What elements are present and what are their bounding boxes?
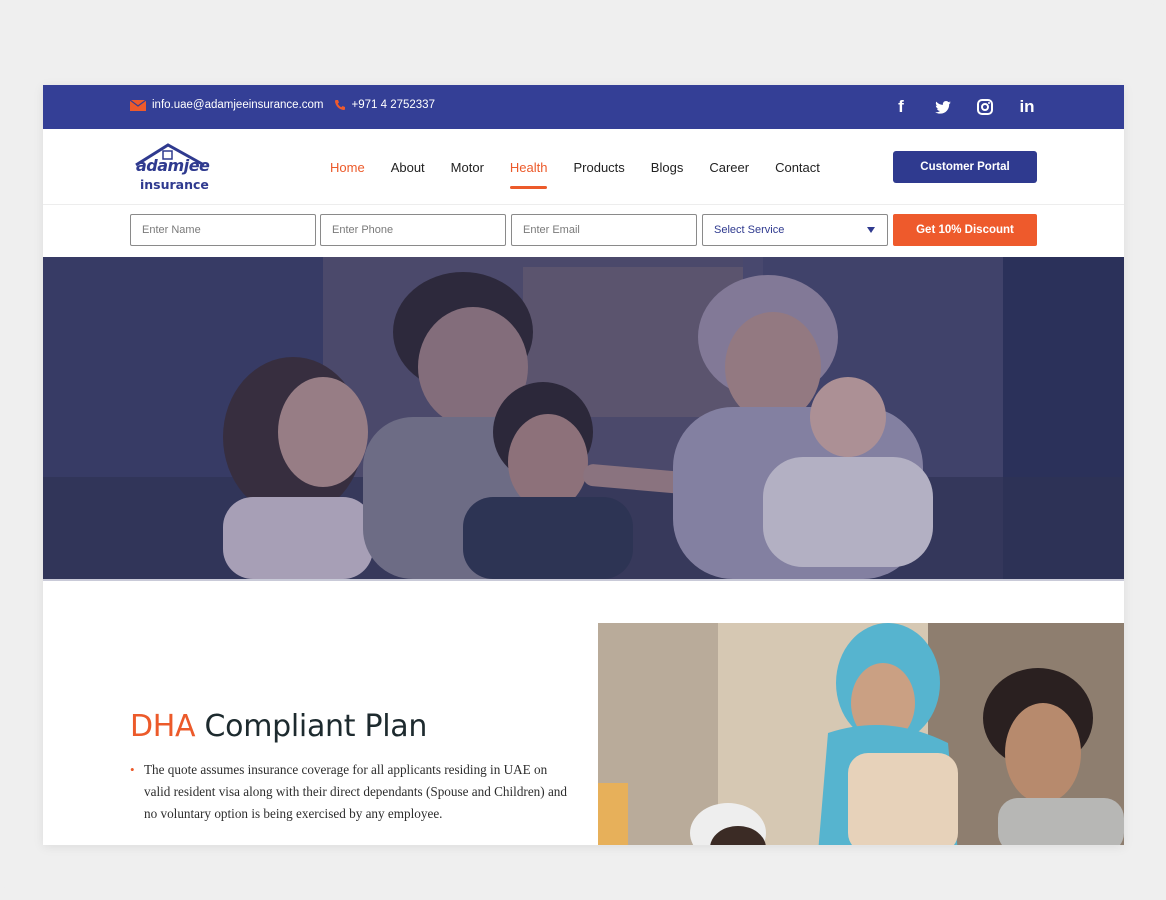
- phone-input[interactable]: Enter Phone: [320, 214, 506, 246]
- quote-form: Enter Name Enter Phone Enter Email Selec…: [43, 205, 1124, 257]
- service-select[interactable]: Select Service: [702, 214, 888, 246]
- adamjee-logo[interactable]: adamjee insurance: [130, 143, 210, 193]
- name-input[interactable]: Enter Name: [130, 214, 316, 246]
- nav-item-about[interactable]: About: [391, 129, 425, 205]
- nav-menu: Home About Motor Health Products Blogs C…: [330, 129, 846, 205]
- twitter-icon[interactable]: [932, 96, 954, 118]
- email-link[interactable]: info.uae@adamjeeinsurance.com: [130, 99, 324, 111]
- nav-item-blogs[interactable]: Blogs: [651, 129, 684, 205]
- service-select-value: Select Service: [714, 224, 785, 236]
- section-heading: DHA Compliant Plan: [130, 709, 427, 744]
- nav-item-home[interactable]: Home: [330, 129, 365, 205]
- nav-item-contact[interactable]: Contact: [775, 129, 820, 205]
- contact-info: info.uae@adamjeeinsurance.com +971 4 275…: [130, 99, 445, 111]
- nav-item-products[interactable]: Products: [573, 129, 624, 205]
- customer-portal-button[interactable]: Customer Portal: [893, 151, 1037, 183]
- plan-section: DHA Compliant Plan The quote assumes ins…: [43, 581, 1124, 845]
- facebook-icon[interactable]: f: [890, 96, 912, 118]
- plan-bullet: The quote assumes insurance coverage for…: [130, 759, 570, 825]
- top-bar: info.uae@adamjeeinsurance.com +971 4 275…: [43, 85, 1124, 129]
- family-photo-illustration: [598, 623, 1124, 845]
- social-links: f in: [870, 96, 1038, 118]
- heading-accent: DHA: [130, 709, 196, 744]
- phone-icon: [334, 100, 345, 110]
- hero-family-image: [43, 257, 1124, 579]
- nav-item-health[interactable]: Health: [509, 129, 547, 205]
- email-input[interactable]: Enter Email: [511, 214, 697, 246]
- main-navigation: adamjee insurance Home About Motor Healt…: [43, 129, 1124, 205]
- mail-icon: [130, 99, 146, 111]
- dropdown-caret-icon: [867, 227, 875, 233]
- phone-text: +971 4 2752337: [351, 99, 435, 111]
- page-frame: info.uae@adamjeeinsurance.com +971 4 275…: [0, 0, 1166, 900]
- get-discount-button[interactable]: Get 10% Discount: [893, 214, 1037, 246]
- email-text: info.uae@adamjeeinsurance.com: [152, 99, 324, 111]
- nav-item-career[interactable]: Career: [709, 129, 749, 205]
- logo-word-adamjee: adamjee: [136, 156, 210, 175]
- logo-word-insurance: insurance: [140, 177, 209, 192]
- heading-rest: Compliant Plan: [195, 709, 428, 744]
- linkedin-icon[interactable]: in: [1016, 96, 1038, 118]
- phone-link[interactable]: +971 4 2752337: [334, 99, 435, 111]
- hero-photo-illustration: [43, 257, 1124, 579]
- family-photo-image: [598, 623, 1124, 845]
- nav-item-motor[interactable]: Motor: [451, 129, 484, 205]
- browser-viewport: info.uae@adamjeeinsurance.com +971 4 275…: [43, 85, 1124, 845]
- instagram-icon[interactable]: [974, 96, 996, 118]
